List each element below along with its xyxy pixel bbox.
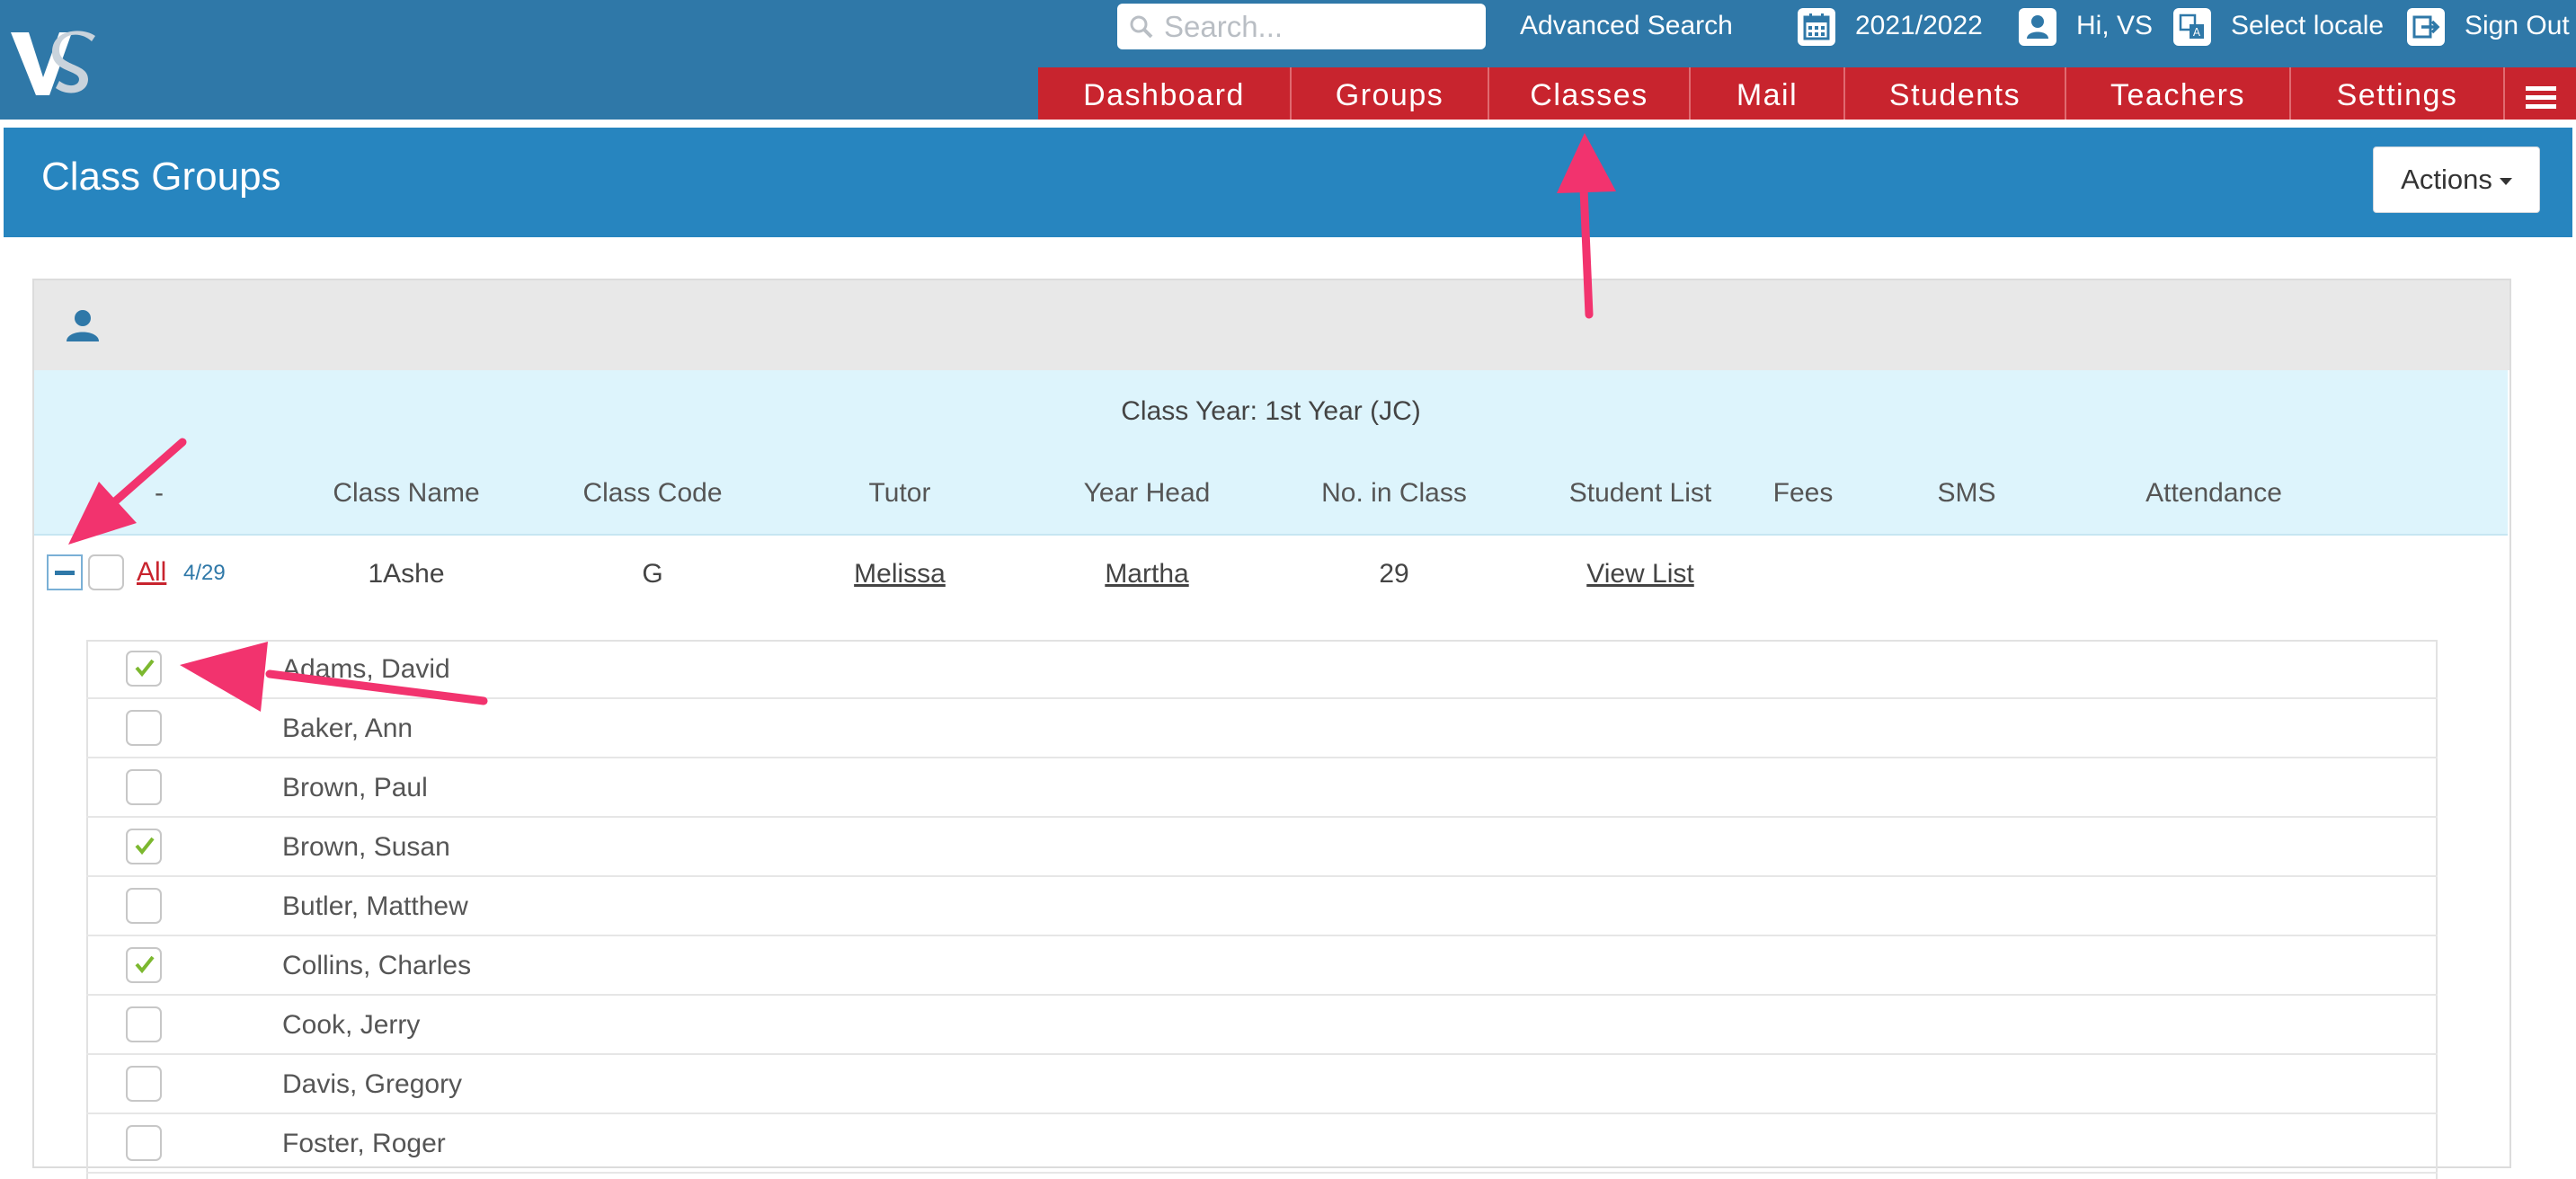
arrow-to-checkbox-icon	[180, 642, 488, 712]
annotation-arrows	[68, 133, 1616, 712]
arrow-to-collapse-icon	[68, 438, 187, 545]
arrow-to-classes-icon	[1557, 133, 1616, 319]
